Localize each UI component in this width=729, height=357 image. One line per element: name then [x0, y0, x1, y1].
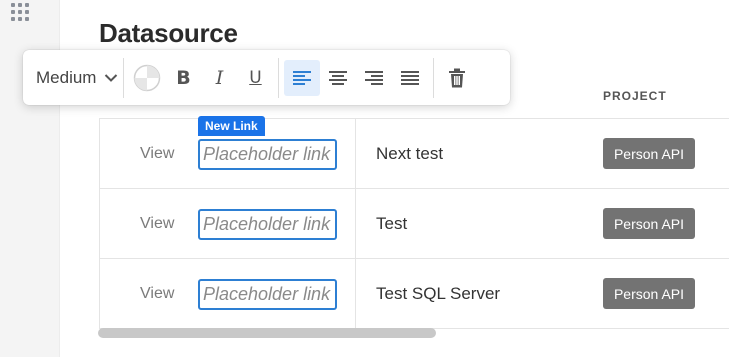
datasource-name: Test SQL Server — [376, 284, 501, 303]
align-right-button[interactable] — [356, 60, 392, 96]
toolbar-divider — [278, 57, 280, 98]
align-center-icon — [329, 70, 348, 85]
table-row: View Placeholder link Test Person API — [100, 189, 729, 259]
align-left-button[interactable] — [284, 59, 321, 96]
datasource-name: Next test — [376, 144, 444, 163]
project-badge[interactable]: Person API — [603, 138, 695, 169]
bold-button[interactable]: B — [165, 60, 201, 96]
cell-divider — [355, 259, 356, 328]
color-button[interactable] — [129, 60, 165, 96]
link-input[interactable]: Placeholder link — [198, 279, 337, 310]
link-input[interactable]: Placeholder link — [198, 209, 337, 240]
italic-button[interactable]: I — [201, 60, 237, 96]
underline-button[interactable]: U — [237, 60, 273, 96]
project-badge[interactable]: Person API — [603, 208, 695, 239]
cell-divider — [355, 119, 356, 188]
align-justify-icon — [401, 70, 420, 85]
project-badge[interactable]: Person API — [603, 278, 695, 309]
size-dropdown-value: Medium — [36, 67, 97, 87]
table-row: New Link View Placeholder link Next test… — [100, 116, 729, 189]
datasource-table: New Link View Placeholder link Next test… — [99, 116, 729, 329]
link-input[interactable]: Placeholder link — [198, 139, 337, 170]
delete-button[interactable] — [439, 60, 475, 96]
chevron-down-icon — [105, 73, 118, 82]
color-circle-icon — [134, 64, 161, 91]
trash-icon — [449, 68, 466, 87]
column-header-project: PROJECT — [603, 89, 667, 103]
new-link-tag: New Link — [198, 116, 265, 136]
toolbar-divider — [433, 57, 435, 98]
view-link[interactable]: View — [140, 285, 174, 303]
horizontal-scrollbar[interactable] — [98, 328, 436, 338]
size-dropdown[interactable]: Medium — [23, 50, 118, 105]
toolbar-divider — [123, 57, 125, 98]
page-title: Datasource — [99, 18, 238, 48]
table-row: View Placeholder link Test SQL Server Pe… — [100, 259, 729, 329]
format-toolbar: Medium B I U — [23, 50, 510, 105]
align-center-button[interactable] — [320, 60, 356, 96]
view-link[interactable]: View — [140, 215, 174, 233]
align-left-icon — [293, 70, 312, 85]
view-link[interactable]: View — [140, 145, 174, 163]
cell-divider — [355, 189, 356, 258]
align-right-icon — [365, 70, 384, 85]
align-justify-button[interactable] — [392, 60, 428, 96]
datasource-name: Test — [376, 214, 408, 233]
drag-grip-icon[interactable] — [11, 3, 33, 25]
